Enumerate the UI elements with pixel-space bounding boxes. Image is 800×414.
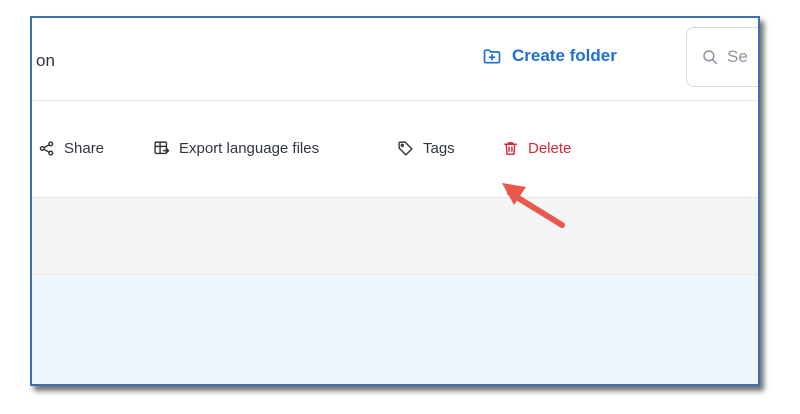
search-input[interactable] <box>725 46 758 68</box>
tags-label: Tags <box>423 139 455 157</box>
folder-plus-icon <box>483 49 501 64</box>
page-title-fragment: on <box>36 51 55 70</box>
tag-icon <box>398 140 413 156</box>
share-icon <box>39 140 54 156</box>
annotation-arrow <box>502 183 565 228</box>
export-language-files-button[interactable]: Export language files <box>153 136 319 160</box>
create-folder-button[interactable]: Create folder <box>482 40 617 72</box>
header-bar: on Create folder <box>32 18 758 101</box>
export-table-icon <box>154 140 170 154</box>
export-language-files-label: Export language files <box>179 139 320 157</box>
search-box[interactable] <box>686 27 758 87</box>
table-header-row <box>32 198 758 275</box>
toolbar: Share Export language files Tags Delete <box>32 101 758 198</box>
tags-button[interactable]: Tags <box>397 136 455 160</box>
selected-table-row[interactable] <box>32 275 758 384</box>
create-folder-label: Create folder <box>512 46 617 65</box>
share-label: Share <box>64 139 105 157</box>
app-window: on Create folder Share <box>30 16 760 386</box>
search-icon <box>703 50 718 65</box>
share-button[interactable]: Share <box>38 136 104 160</box>
